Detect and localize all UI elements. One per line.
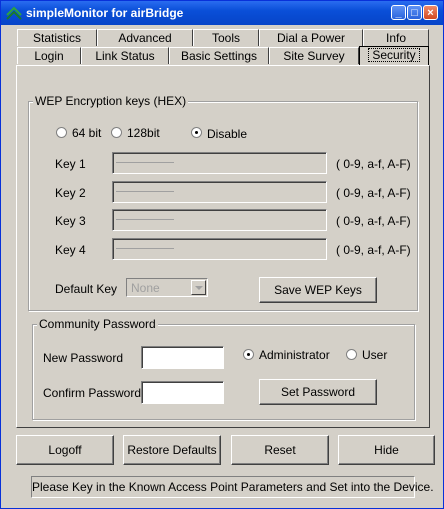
app-window: simpleMonitor for airBridge _ □ × Statis… [0, 0, 444, 509]
key4-label: Key 4 [55, 243, 86, 257]
default-key-label: Default Key [55, 282, 118, 296]
app-logo-icon [6, 6, 22, 20]
tab-link-status[interactable]: Link Status [81, 47, 169, 64]
tab-tools[interactable]: Tools [193, 29, 259, 46]
tab-advanced[interactable]: Advanced [97, 29, 193, 46]
key4-field[interactable] [112, 238, 327, 260]
key2-field[interactable] [112, 181, 327, 203]
key1-label: Key 1 [55, 157, 86, 171]
radio-128bit[interactable] [111, 127, 122, 138]
radio-128bit-label: 128bit [127, 126, 160, 140]
key3-field[interactable] [112, 209, 327, 231]
radio-disable[interactable] [191, 127, 202, 138]
key1-field[interactable] [112, 152, 327, 174]
wep-legend: WEP Encryption keys (HEX) [33, 94, 189, 108]
key3-label: Key 3 [55, 214, 86, 228]
key1-hint: ( 0-9, a-f, A-F) [336, 157, 411, 171]
title-bar[interactable]: simpleMonitor for airBridge _ □ × [1, 1, 443, 25]
restore-defaults-button[interactable]: Restore Defaults [123, 435, 221, 465]
tab-site-survey[interactable]: Site Survey [269, 47, 359, 64]
radio-administrator-label: Administrator [259, 348, 330, 362]
radio-64bit[interactable] [56, 127, 67, 138]
tab-security[interactable]: Security [359, 46, 429, 66]
radio-user-label: User [362, 348, 388, 362]
radio-user[interactable] [346, 349, 357, 360]
tab-info[interactable]: Info [363, 29, 429, 46]
status-bar: Please Key in the Known Access Point Par… [31, 476, 434, 498]
new-password-field[interactable] [141, 346, 224, 369]
tab-login[interactable]: Login [17, 47, 81, 64]
maximize-icon[interactable]: □ [407, 5, 422, 20]
key4-hint: ( 0-9, a-f, A-F) [336, 243, 411, 257]
reset-button[interactable]: Reset [231, 435, 329, 465]
radio-64bit-label: 64 bit [72, 126, 102, 140]
default-key-value: None [131, 281, 160, 295]
logoff-button[interactable]: Logoff [16, 435, 114, 465]
community-legend: Community Password [37, 317, 158, 331]
key2-label: Key 2 [55, 186, 86, 200]
radio-administrator[interactable] [243, 349, 254, 360]
tab-basic-settings[interactable]: Basic Settings [169, 47, 269, 64]
confirm-password-field[interactable] [141, 381, 224, 404]
new-password-label: New Password [43, 351, 124, 365]
save-wep-keys-button[interactable]: Save WEP Keys [259, 277, 377, 303]
close-icon[interactable]: × [423, 5, 438, 20]
minimize-icon[interactable]: _ [391, 5, 406, 20]
tab-dial-a-power[interactable]: Dial a Power [259, 29, 363, 46]
set-password-button[interactable]: Set Password [259, 379, 377, 405]
chevron-down-icon[interactable] [191, 280, 206, 295]
key3-hint: ( 0-9, a-f, A-F) [336, 214, 411, 228]
hide-button[interactable]: Hide [338, 435, 435, 465]
tab-statistics[interactable]: Statistics [17, 29, 97, 46]
default-key-select[interactable]: None [126, 278, 208, 297]
confirm-password-label: Confirm Password [43, 386, 142, 400]
window-title: simpleMonitor for airBridge [26, 6, 184, 20]
key2-hint: ( 0-9, a-f, A-F) [336, 186, 411, 200]
community-group: Community Password [32, 317, 415, 420]
radio-disable-label: Disable [207, 127, 248, 141]
